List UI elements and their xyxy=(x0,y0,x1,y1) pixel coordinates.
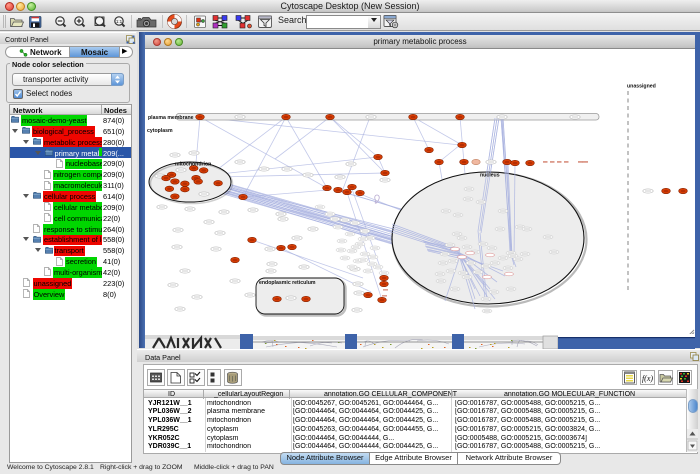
svg-text:mitochondrion: mitochondrion xyxy=(175,162,211,168)
svg-text:f(x): f(x) xyxy=(642,374,653,383)
svg-text:nucleus: nucleus xyxy=(480,173,500,179)
svg-text:plasma membrane: plasma membrane xyxy=(148,115,194,121)
svg-text:cytoplasm: cytoplasm xyxy=(147,128,173,134)
svg-text:unassigned: unassigned xyxy=(627,84,656,90)
svg-text:1:1: 1:1 xyxy=(116,19,123,24)
svg-text:endoplasmic reticulum: endoplasmic reticulum xyxy=(259,280,316,286)
